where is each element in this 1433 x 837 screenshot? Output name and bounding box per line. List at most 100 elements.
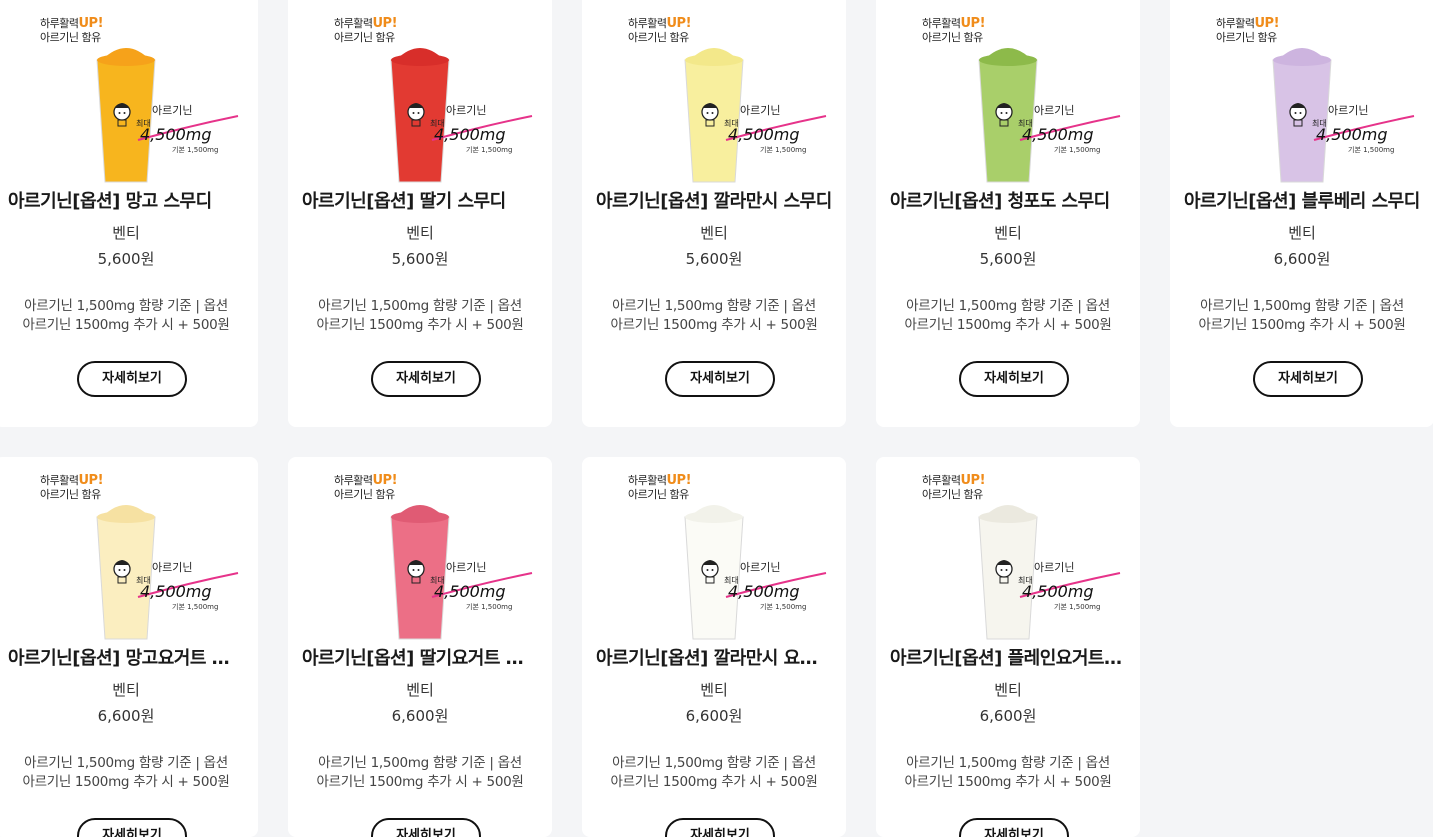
- stamp-base: 기본 1,500mg: [172, 602, 218, 611]
- product-size: 벤티: [700, 681, 728, 699]
- drink-cup-icon: [684, 48, 744, 183]
- description-line-1: 아르기닌 1,500mg 함량 기준 | 옵션: [1200, 298, 1404, 314]
- arginine-stamp: 아르기닌 최대 4,500mg 기본 1,500mg: [136, 104, 239, 154]
- product-image[interactable]: 하루활력UP! 아르기닌 함유 아르기닌 최대 4,500mg 기본 1,500…: [1170, 0, 1433, 190]
- stamp-brand: 아르기닌: [1034, 561, 1074, 574]
- product-title[interactable]: 아르기닌[옵션] 청포도 스무디: [890, 187, 1126, 213]
- arginine-stamp: 아르기닌 최대 4,500mg 기본 1,500mg: [724, 104, 827, 154]
- product-title[interactable]: 아르기닌[옵션] 깔라만시 스무디: [596, 187, 832, 213]
- arginine-stamp: 아르기닌 최대 4,500mg 기본 1,500mg: [1018, 104, 1121, 154]
- product-image[interactable]: 하루활력UP! 아르기닌 함유 아르기닌 최대 4,500mg 기본 1,500…: [0, 0, 258, 190]
- product-image[interactable]: 하루활력UP! 아르기닌 함유 아르기닌 최대 4,500mg 기본 1,500…: [0, 457, 258, 647]
- product-image[interactable]: 하루활력UP! 아르기닌 함유 아르기닌 최대 4,500mg 기본 1,500…: [582, 457, 846, 647]
- product-title[interactable]: 아르기닌[옵션] 블루베리 스무디: [1184, 187, 1420, 213]
- product-price: 5,600원: [979, 250, 1037, 268]
- product-size: 벤티: [112, 224, 140, 242]
- arginine-stamp: 아르기닌 최대 4,500mg 기본 1,500mg: [430, 561, 533, 611]
- description-line-2: 아르기닌 1500mg 추가 시 + 500원: [904, 774, 1112, 790]
- product-card[interactable]: 하루활력UP! 아르기닌 함유 아르기닌 최대 4,500mg 기본 1,500…: [876, 457, 1140, 837]
- product-description: 아르기닌 1,500mg 함량 기준 | 옵션 아르기닌 1500mg 추가 시…: [288, 297, 552, 335]
- description-line-1: 아르기닌 1,500mg 함량 기준 | 옵션: [906, 298, 1110, 314]
- product-image[interactable]: 하루활력UP! 아르기닌 함유 아르기닌 최대 4,500mg 기본 1,500…: [288, 0, 552, 190]
- stamp-brand: 아르기닌: [446, 104, 486, 117]
- product-card[interactable]: 하루활력UP! 아르기닌 함유 아르기닌 최대 4,500mg 기본 1,500…: [1170, 0, 1433, 427]
- product-card[interactable]: 하루활력UP! 아르기닌 함유 아르기닌 최대 4,500mg 기본 1,500…: [288, 457, 552, 837]
- detail-button[interactable]: 자세히보기: [371, 361, 481, 397]
- product-description: 아르기닌 1,500mg 함량 기준 | 옵션 아르기닌 1500mg 추가 시…: [288, 754, 552, 792]
- product-title[interactable]: 아르기닌[옵션] 망고요거트 스무디: [8, 644, 244, 670]
- product-grid: 하루활력UP! 아르기닌 함유 아르기닌 최대 4,500mg 기본 1,500…: [0, 0, 1433, 837]
- product-image[interactable]: 하루활력UP! 아르기닌 함유 아르기닌 최대 4,500mg 기본 1,500…: [288, 457, 552, 647]
- product-card[interactable]: 하루활력UP! 아르기닌 함유 아르기닌 최대 4,500mg 기본 1,500…: [582, 0, 846, 427]
- drink-cup-icon: [1272, 48, 1332, 183]
- product-size: 벤티: [406, 224, 434, 242]
- stamp-amount: 4,500mg: [728, 125, 800, 144]
- detail-button[interactable]: 자세히보기: [959, 361, 1069, 397]
- product-title[interactable]: 아르기닌[옵션] 딸기요거트 스무디: [302, 644, 538, 670]
- product-image[interactable]: 하루활력UP! 아르기닌 함유 아르기닌 최대 4,500mg 기본 1,500…: [582, 0, 846, 190]
- stamp-base: 기본 1,500mg: [466, 145, 512, 154]
- drink-cup-icon: [978, 48, 1038, 183]
- product-image[interactable]: 하루활력UP! 아르기닌 함유 아르기닌 최대 4,500mg 기본 1,500…: [876, 457, 1140, 647]
- product-price: 5,600원: [685, 250, 743, 268]
- description-line-1: 아르기닌 1,500mg 함량 기준 | 옵션: [318, 298, 522, 314]
- product-description: 아르기닌 1,500mg 함량 기준 | 옵션 아르기닌 1500mg 추가 시…: [582, 754, 846, 792]
- stamp-amount: 4,500mg: [434, 582, 506, 601]
- product-image[interactable]: 하루활력UP! 아르기닌 함유 아르기닌 최대 4,500mg 기본 1,500…: [876, 0, 1140, 190]
- product-card[interactable]: 하루활력UP! 아르기닌 함유 아르기닌 최대 4,500mg 기본 1,500…: [582, 457, 846, 837]
- description-line-2: 아르기닌 1500mg 추가 시 + 500원: [610, 317, 818, 333]
- product-price: 6,600원: [1273, 250, 1331, 268]
- detail-button[interactable]: 자세히보기: [1253, 361, 1363, 397]
- product-title[interactable]: 아르기닌[옵션] 망고 스무디: [8, 187, 244, 213]
- description-line-2: 아르기닌 1500mg 추가 시 + 500원: [22, 317, 230, 333]
- stamp-amount: 4,500mg: [1316, 125, 1388, 144]
- product-price: 5,600원: [97, 250, 155, 268]
- drink-cup-icon: [96, 48, 156, 183]
- stamp-brand: 아르기닌: [740, 104, 780, 117]
- stamp-brand: 아르기닌: [1328, 104, 1368, 117]
- description-line-2: 아르기닌 1500mg 추가 시 + 500원: [610, 774, 818, 790]
- arginine-stamp: 아르기닌 최대 4,500mg 기본 1,500mg: [724, 561, 827, 611]
- product-title[interactable]: 아르기닌[옵션] 깔라만시 요거트 스무디: [596, 644, 832, 670]
- product-card[interactable]: 하루활력UP! 아르기닌 함유 아르기닌 최대 4,500mg 기본 1,500…: [0, 457, 258, 837]
- description-line-2: 아르기닌 1500mg 추가 시 + 500원: [316, 317, 524, 333]
- detail-button[interactable]: 자세히보기: [665, 361, 775, 397]
- stamp-base: 기본 1,500mg: [1054, 145, 1100, 154]
- drink-cup-icon: [390, 505, 450, 640]
- product-price: 6,600원: [685, 707, 743, 725]
- description-line-1: 아르기닌 1,500mg 함량 기준 | 옵션: [24, 298, 228, 314]
- description-line-2: 아르기닌 1500mg 추가 시 + 500원: [904, 317, 1112, 333]
- product-card[interactable]: 하루활력UP! 아르기닌 함유 아르기닌 최대 4,500mg 기본 1,500…: [288, 0, 552, 427]
- product-card[interactable]: 하루활력UP! 아르기닌 함유 아르기닌 최대 4,500mg 기본 1,500…: [876, 0, 1140, 427]
- description-line-1: 아르기닌 1,500mg 함량 기준 | 옵션: [612, 755, 816, 771]
- stamp-amount: 4,500mg: [140, 125, 212, 144]
- stamp-amount: 4,500mg: [434, 125, 506, 144]
- product-title[interactable]: 아르기닌[옵션] 딸기 스무디: [302, 187, 538, 213]
- product-price: 6,600원: [391, 707, 449, 725]
- product-description: 아르기닌 1,500mg 함량 기준 | 옵션 아르기닌 1500mg 추가 시…: [582, 297, 846, 335]
- stamp-base: 기본 1,500mg: [172, 145, 218, 154]
- arginine-stamp: 아르기닌 최대 4,500mg 기본 1,500mg: [136, 561, 239, 611]
- product-size: 벤티: [994, 224, 1022, 242]
- stamp-base: 기본 1,500mg: [1348, 145, 1394, 154]
- description-line-2: 아르기닌 1500mg 추가 시 + 500원: [316, 774, 524, 790]
- product-description: 아르기닌 1,500mg 함량 기준 | 옵션 아르기닌 1500mg 추가 시…: [0, 297, 258, 335]
- stamp-brand: 아르기닌: [152, 104, 192, 117]
- stamp-amount: 4,500mg: [1022, 582, 1094, 601]
- stamp-amount: 4,500mg: [1022, 125, 1094, 144]
- drink-cup-icon: [684, 505, 744, 640]
- stamp-base: 기본 1,500mg: [760, 602, 806, 611]
- product-title[interactable]: 아르기닌[옵션] 플레인요거트 스무디: [890, 644, 1126, 670]
- product-size: 벤티: [994, 681, 1022, 699]
- arginine-stamp: 아르기닌 최대 4,500mg 기본 1,500mg: [1018, 561, 1121, 611]
- stamp-base: 기본 1,500mg: [760, 145, 806, 154]
- arginine-stamp: 아르기닌 최대 4,500mg 기본 1,500mg: [430, 104, 533, 154]
- description-line-2: 아르기닌 1500mg 추가 시 + 500원: [22, 774, 230, 790]
- product-price: 6,600원: [97, 707, 155, 725]
- product-card[interactable]: 하루활력UP! 아르기닌 함유 아르기닌 최대 4,500mg 기본 1,500…: [0, 0, 258, 427]
- detail-button[interactable]: 자세히보기: [77, 361, 187, 397]
- stamp-base: 기본 1,500mg: [466, 602, 512, 611]
- arginine-stamp: 아르기닌 최대 4,500mg 기본 1,500mg: [1312, 104, 1415, 154]
- product-description: 아르기닌 1,500mg 함량 기준 | 옵션 아르기닌 1500mg 추가 시…: [876, 297, 1140, 335]
- stamp-brand: 아르기닌: [446, 561, 486, 574]
